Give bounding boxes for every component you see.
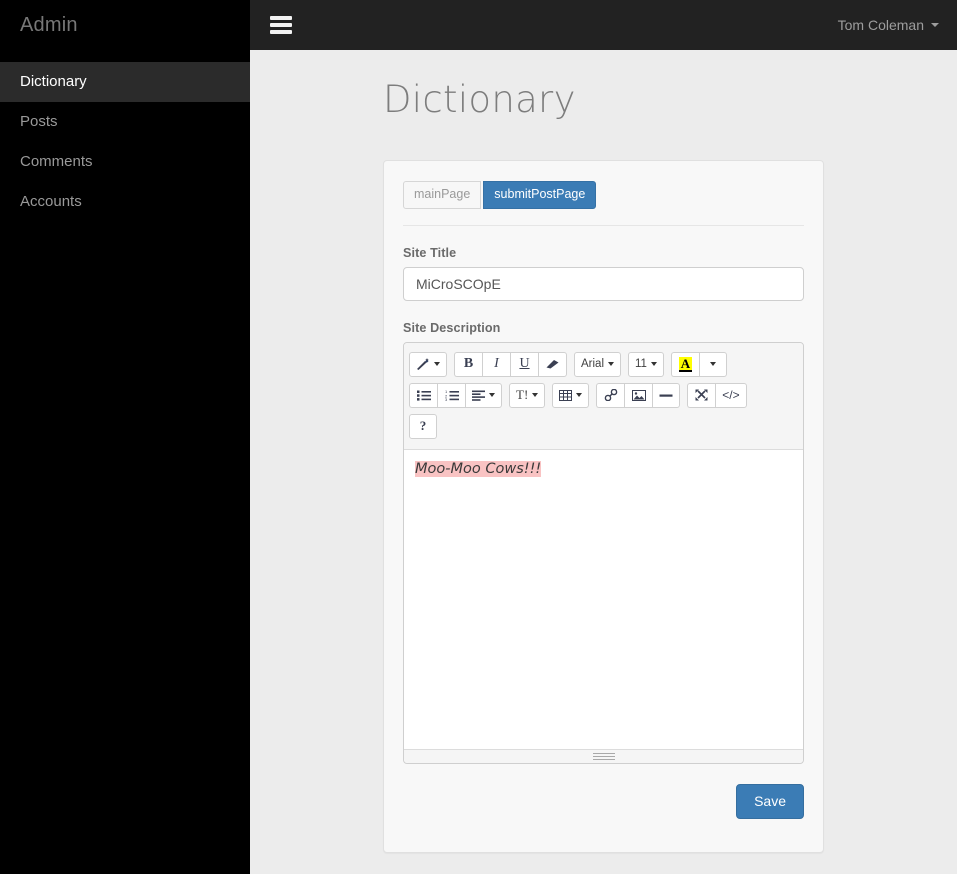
sidebar-item-accounts[interactable]: Accounts <box>0 182 250 222</box>
link-glyph <box>604 389 618 401</box>
font-name-value: Arial <box>581 358 605 370</box>
toolbar-group-table <box>552 382 590 408</box>
line-height-label: T! <box>516 387 529 402</box>
tab-mainpage[interactable]: mainPage <box>403 181 482 209</box>
sidebar-item-comments[interactable]: Comments <box>0 142 250 182</box>
sidebar-nav: Dictionary Posts Comments Accounts <box>0 62 250 222</box>
user-menu[interactable]: Tom Coleman <box>838 17 939 33</box>
brand-title: Admin <box>20 13 78 36</box>
hamburger-bar <box>270 23 292 27</box>
recent-color-icon: A <box>678 355 693 372</box>
toolbar-group-font-size: 11 <box>628 351 664 377</box>
resize-grip-icon <box>592 751 615 762</box>
magic-wand-icon[interactable] <box>409 351 447 377</box>
toolbar-group-help: ? <box>409 413 437 439</box>
site-title-input[interactable] <box>403 266 804 301</box>
italic-button[interactable]: I <box>482 351 510 377</box>
user-name-label: Tom Coleman <box>837 17 924 33</box>
editor-text: Moo-Moo Cows!!! <box>415 460 542 477</box>
chevron-down-icon <box>650 362 657 366</box>
main-content: Dictionary mainPage submitPostPage Site … <box>250 50 957 874</box>
save-row: Save <box>384 783 804 819</box>
table-icon[interactable] <box>552 382 590 408</box>
code-view-icon[interactable]: </> <box>715 382 747 408</box>
unordered-list-icon[interactable] <box>409 382 437 408</box>
toolbar-row-1: B I U Arial 11 A <box>409 349 798 380</box>
font-size-value: 11 <box>635 358 647 370</box>
save-button[interactable]: Save <box>736 783 804 819</box>
magic-wand-glyph <box>417 357 429 370</box>
editor-content-area[interactable]: Moo-Moo Cows!!! <box>404 449 803 749</box>
svg-text:3: 3 <box>445 397 448 401</box>
editor-toolbar: B I U Arial 11 A 1 2 3 T! </> ? <box>404 342 803 450</box>
panel-divider <box>403 224 804 226</box>
fullscreen-glyph <box>695 389 708 401</box>
site-title-label: Site Title <box>403 245 457 260</box>
table-glyph <box>559 389 573 401</box>
chevron-down-icon <box>489 393 495 397</box>
align-glyph <box>472 390 485 401</box>
chevron-down-icon <box>532 393 539 397</box>
topbar: Tom Coleman <box>250 0 957 50</box>
sidebar: Admin Dictionary Posts Comments Accounts <box>0 0 250 874</box>
hamburger-bar <box>270 16 292 20</box>
toolbar-group-style <box>409 351 447 377</box>
help-icon[interactable]: ? <box>409 413 437 439</box>
caret-down-icon <box>931 23 939 27</box>
ol-glyph: 1 2 3 <box>445 390 459 401</box>
line-height-dropdown[interactable]: T! <box>509 382 546 408</box>
ordered-list-icon[interactable]: 1 2 3 <box>437 382 465 408</box>
ul-glyph <box>416 390 431 401</box>
fullscreen-icon[interactable] <box>687 382 716 408</box>
chevron-down-icon <box>608 362 615 366</box>
toolbar-group-lists: 1 2 3 <box>409 382 502 408</box>
page-tabs: mainPage submitPostPage <box>403 181 804 209</box>
toolbar-group-line-height: T! <box>509 382 546 408</box>
editor-resize-handle[interactable] <box>404 748 803 763</box>
picture-glyph <box>631 389 646 401</box>
toolbar-group-insert <box>596 382 681 408</box>
color-dropdown-button[interactable] <box>698 351 727 377</box>
settings-panel: mainPage submitPostPage Site Title Site … <box>383 160 824 853</box>
font-size-dropdown[interactable]: 11 <box>628 351 664 377</box>
chevron-down-icon <box>576 393 583 397</box>
grip-line <box>592 755 615 757</box>
toolbar-group-font-name: Arial <box>574 351 622 377</box>
site-description-label: Site Description <box>403 320 501 335</box>
eraser-icon[interactable] <box>538 351 567 377</box>
toolbar-row-2: 1 2 3 T! </> <box>409 380 798 411</box>
sidebar-item-dictionary[interactable]: Dictionary <box>0 62 250 102</box>
chevron-down-icon <box>709 362 716 366</box>
grip-line <box>592 758 615 760</box>
paragraph-align-icon[interactable] <box>465 382 502 408</box>
hamburger-icon[interactable] <box>270 16 292 34</box>
picture-icon[interactable] <box>624 382 653 408</box>
toolbar-group-font-style: B I U <box>454 351 567 377</box>
hr-glyph <box>659 394 673 397</box>
horizontal-rule-icon[interactable] <box>652 382 681 408</box>
toolbar-row-3: ? <box>409 411 798 442</box>
sidebar-item-posts[interactable]: Posts <box>0 102 250 142</box>
tab-submitpostpage[interactable]: submitPostPage <box>483 181 597 209</box>
underline-button[interactable]: U <box>510 351 538 377</box>
grip-line <box>592 752 615 754</box>
font-name-dropdown[interactable]: Arial <box>574 351 622 377</box>
link-icon[interactable] <box>596 382 625 408</box>
hamburger-bar <box>270 30 292 34</box>
chevron-down-icon <box>434 362 440 366</box>
code-view-glyph: </> <box>722 388 740 402</box>
bold-button[interactable]: B <box>454 351 482 377</box>
eraser-glyph <box>546 360 559 369</box>
panel-body: mainPage submitPostPage Site Title Site … <box>384 161 823 764</box>
toolbar-group-color: A <box>670 351 727 377</box>
toolbar-group-view: </> <box>687 382 747 408</box>
page-title: Dictionary <box>383 78 576 121</box>
recent-color-button[interactable]: A <box>670 351 699 377</box>
rich-text-editor: B I U Arial 11 A 1 2 3 T! </> ? Moo-Moo … <box>403 341 804 764</box>
